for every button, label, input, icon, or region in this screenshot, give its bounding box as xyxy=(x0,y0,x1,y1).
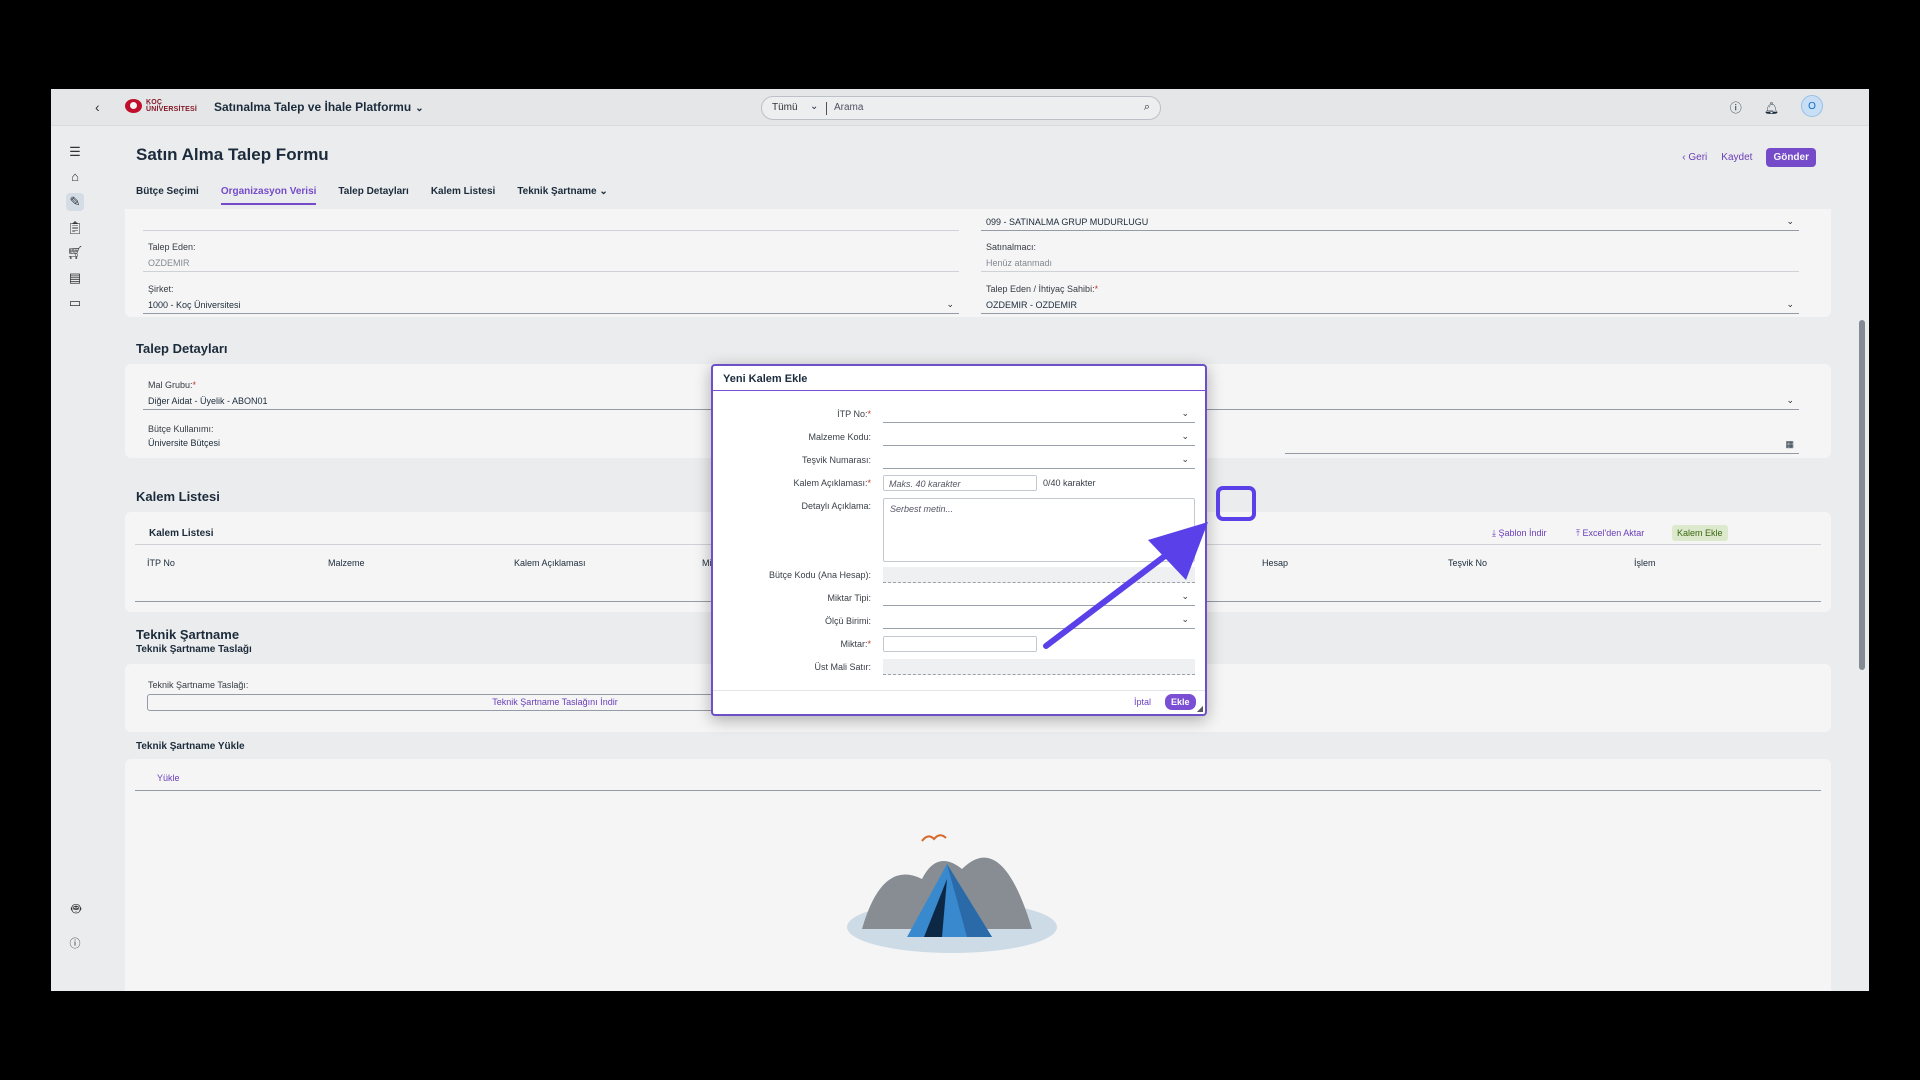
quantity-label: Miktar:* xyxy=(840,639,871,649)
resize-handle-icon[interactable]: ◢ xyxy=(1197,704,1203,713)
budget-code-label: Bütçe Kodu (Ana Hesap): xyxy=(768,570,871,580)
app-window: ‹ KOÇ ÜNİVERSİTESİ Satınalma Talep ve İh… xyxy=(51,89,1869,991)
parent-line-label: Üst Mali Satır: xyxy=(814,662,871,672)
dialog-title: Yeni Kalem Ekle xyxy=(723,373,808,385)
item-description-label: Kalem Açıklaması:* xyxy=(793,478,871,488)
item-description-input[interactable]: Maks. 40 karakter xyxy=(883,475,1037,491)
quantity-input[interactable] xyxy=(883,636,1037,652)
chevron-down-icon[interactable]: ⌄ xyxy=(1181,408,1189,419)
material-code-label: Malzeme Kodu: xyxy=(808,432,871,442)
incentive-number-select[interactable]: ⌄ xyxy=(883,453,1195,469)
material-code-select[interactable]: ⌄ xyxy=(883,430,1195,446)
incentive-number-label: Teşvik Numarası: xyxy=(801,455,871,465)
parent-line-field xyxy=(883,659,1195,675)
itp-no-label: İTP No:* xyxy=(837,409,871,419)
dialog-title-divider xyxy=(713,390,1205,391)
add-button[interactable]: Ekle xyxy=(1165,694,1196,710)
unit-label: Ölçü Birimi: xyxy=(824,616,871,626)
cancel-button[interactable]: İptal xyxy=(1134,697,1151,707)
item-description-counter: 0/40 karakter xyxy=(1043,478,1096,488)
chevron-down-icon: ⌄ xyxy=(1181,454,1189,464)
detail-description-label: Detaylı Açıklama: xyxy=(801,501,871,511)
itp-no-select[interactable]: ⌄ xyxy=(883,407,1195,423)
quantity-type-label: Miktar Tipi: xyxy=(827,593,871,603)
itp-dropdown-highlight xyxy=(1216,486,1256,521)
pointer-arrow-icon xyxy=(1043,522,1208,649)
chevron-down-icon: ⌄ xyxy=(1181,431,1189,441)
dialog-footer-divider xyxy=(713,690,1205,691)
